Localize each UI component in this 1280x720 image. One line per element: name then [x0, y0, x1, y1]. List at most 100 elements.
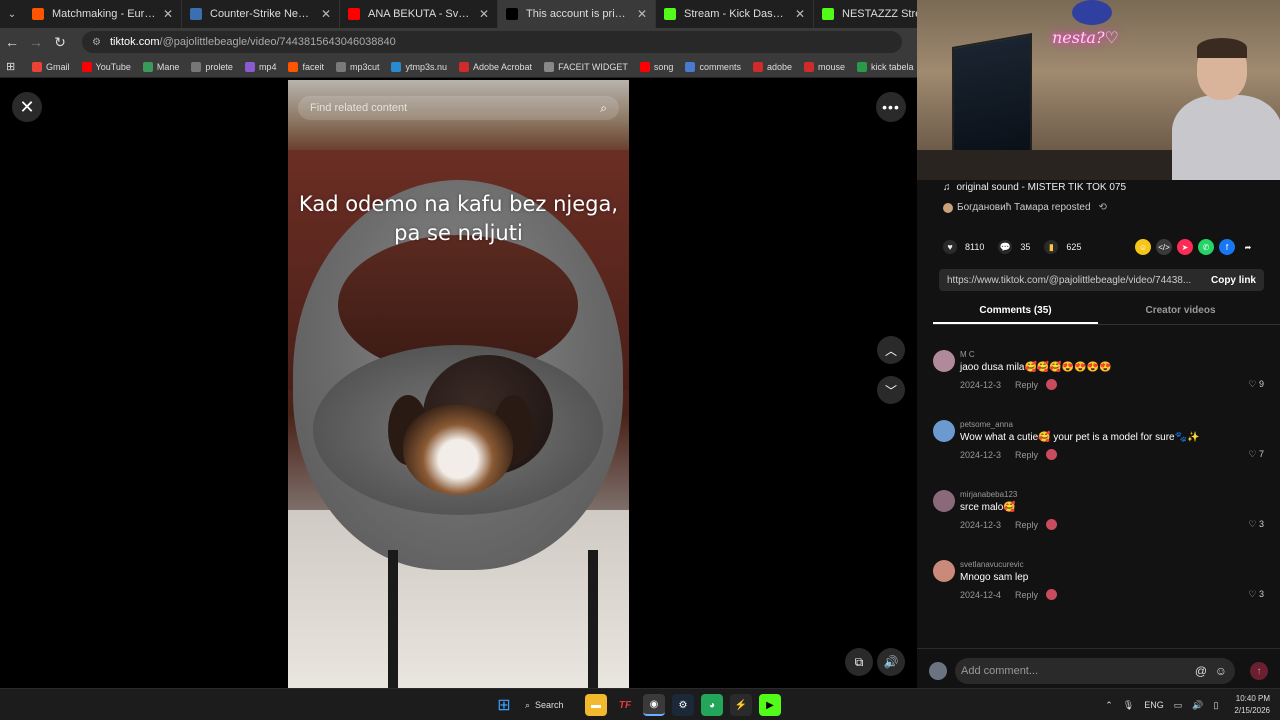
bookmark-item[interactable]: song — [639, 61, 673, 72]
bookmark-item[interactable]: faceit — [288, 61, 324, 72]
bookmark-item[interactable]: kick tabela — [857, 61, 914, 72]
avatar[interactable] — [933, 420, 955, 442]
find-related-search[interactable]: Find related content ⌕ — [298, 96, 619, 120]
comment-like-button[interactable]: ♡ 3 — [1248, 589, 1264, 600]
next-video-button[interactable]: ﹀ — [877, 376, 905, 404]
comment-username[interactable]: petsome_anna — [960, 420, 1013, 429]
discord-icon[interactable]: ◕ — [701, 694, 723, 716]
bookmark-item[interactable]: adobe — [752, 61, 792, 72]
bookmark-favicon-icon — [639, 61, 650, 72]
comment-like-button[interactable]: ♡ 7 — [1248, 449, 1264, 460]
faceit-app-icon[interactable]: TF — [614, 694, 636, 716]
comment-username[interactable]: mirjanabeba123 — [960, 490, 1017, 499]
comment-like-button[interactable]: ♡ 9 — [1248, 379, 1264, 390]
back-arrow-icon[interactable]: ← — [0, 28, 24, 56]
friends-share-icon[interactable]: ☺ — [1135, 239, 1151, 255]
tab-creator-videos[interactable]: Creator videos — [1098, 300, 1263, 324]
save-button[interactable]: ▮ 625 — [1044, 240, 1081, 254]
browser-tab[interactable]: Matchmaking - Europe 5v5 Qu ✕ — [24, 0, 182, 28]
music-row[interactable]: ♫ original sound - MISTER TIK TOK 075 — [943, 182, 1126, 193]
network-icon[interactable]: ▭ — [1174, 700, 1183, 711]
post-comment-button[interactable]: ↑ — [1250, 662, 1268, 680]
comment-button[interactable]: 💬 35 — [998, 240, 1030, 254]
comment-input[interactable]: Add comment... @ ☺ — [955, 658, 1235, 684]
like-count: 8110 — [965, 242, 985, 252]
reply-button[interactable]: Reply — [1015, 520, 1038, 530]
whatsapp-icon[interactable]: ✆ — [1198, 239, 1214, 255]
chrome-icon[interactable]: ◉ — [643, 694, 665, 716]
microphone-icon[interactable]: 🎙 — [1123, 700, 1134, 711]
tab-close-icon[interactable]: ✕ — [321, 7, 331, 21]
app-icon[interactable]: ⚡ — [730, 694, 752, 716]
search-icon[interactable]: ⌕ — [600, 101, 607, 116]
url-path: /@pajolittlebeagle/video/744381564304603… — [159, 36, 396, 48]
floating-player-button[interactable]: ⧉ — [845, 648, 873, 676]
bookmark-item[interactable]: prolete — [191, 61, 233, 72]
like-button[interactable]: ♥ 8110 — [943, 240, 984, 254]
reply-button[interactable]: Reply — [1015, 450, 1038, 460]
windows-start-icon[interactable]: ⊞ — [493, 694, 515, 716]
share-arrow-icon[interactable]: ➦ — [1240, 239, 1256, 255]
chevron-up-icon[interactable]: ⌃ — [1105, 700, 1113, 711]
tab-close-icon[interactable]: ✕ — [163, 7, 173, 21]
bookmark-item[interactable]: Gmail — [32, 61, 70, 72]
emoji-icon[interactable]: ☺ — [1215, 664, 1227, 678]
tab-comments[interactable]: Comments (35) — [933, 300, 1098, 324]
apps-grid-icon[interactable]: ⊞ — [6, 60, 20, 73]
bookmark-item[interactable]: Adobe Acrobat — [459, 61, 532, 72]
webcam-monitor — [952, 32, 1032, 168]
reply-button[interactable]: Reply — [1015, 380, 1038, 390]
previous-video-button[interactable]: ︿ — [877, 336, 905, 364]
taskbar-search[interactable]: ⌕ Search — [525, 700, 575, 711]
speaker-icon[interactable]: 🔊 — [1192, 700, 1203, 711]
browser-tab[interactable]: ANA BEKUTA - Sve sam stekla ✕ — [340, 0, 498, 28]
comment-like-button[interactable]: ♡ 3 — [1248, 519, 1264, 530]
bookmark-item[interactable]: mp4 — [244, 61, 277, 72]
tab-close-icon[interactable]: ✕ — [795, 7, 805, 21]
tab-close-icon[interactable]: ✕ — [637, 7, 647, 21]
bookmark-item[interactable]: YouTube — [81, 61, 131, 72]
bookmark-label: mp4 — [258, 61, 277, 72]
embed-icon[interactable]: </> — [1156, 239, 1172, 255]
clock[interactable]: 10:40 PM 2/15/2026 — [1234, 693, 1270, 717]
bookmark-item[interactable]: mouse — [803, 61, 845, 72]
repost-icon: ⟲ — [1098, 202, 1107, 213]
bookmark-favicon-icon — [288, 61, 299, 72]
browser-tab[interactable]: Counter-Strike News & Covera ✕ — [182, 0, 340, 28]
url-field[interactable]: ⚙ tiktok.com /@pajolittlebeagle/video/74… — [82, 31, 902, 53]
avatar[interactable] — [933, 490, 955, 512]
tab-close-icon[interactable]: ✕ — [479, 7, 489, 21]
forward-arrow-icon[interactable]: → — [24, 28, 48, 56]
more-options-button[interactable]: ••• — [876, 92, 906, 122]
streamer-torso — [1172, 95, 1280, 180]
mention-icon[interactable]: @ — [1195, 664, 1207, 678]
close-button[interactable]: ✕ — [12, 92, 42, 122]
browser-tab[interactable]: This account is private. Foll ✕ — [498, 0, 656, 28]
file-explorer-icon[interactable]: ▬ — [585, 694, 607, 716]
bookmark-item[interactable]: FACEIT WIDGET — [544, 61, 628, 72]
send-icon[interactable]: ➤ — [1177, 239, 1193, 255]
reply-button[interactable]: Reply — [1015, 590, 1038, 600]
volume-button[interactable]: 🔊 — [877, 648, 905, 676]
bookmark-item[interactable]: Mane — [142, 61, 179, 72]
reload-icon[interactable]: ↻ — [48, 28, 72, 56]
video-player[interactable]: Kad odemo na kafu bez njega, pa se nalju… — [288, 80, 629, 688]
site-info-icon[interactable]: ⚙ — [92, 37, 104, 48]
bookmark-item[interactable]: mp3cut — [335, 61, 379, 72]
bookmark-item[interactable]: ytmp3s.nu — [391, 61, 447, 72]
language-indicator[interactable]: ENG — [1144, 700, 1164, 710]
bookmark-label: FACEIT WIDGET — [558, 61, 628, 72]
battery-icon[interactable]: ▯ — [1213, 700, 1218, 711]
facebook-icon[interactable]: f — [1219, 239, 1235, 255]
comment-date: 2024-12-3 — [960, 379, 1002, 390]
avatar[interactable] — [933, 560, 955, 582]
tab-search-chevron-icon[interactable]: ⌄ — [0, 0, 24, 28]
browser-tab[interactable]: Stream - Kick Dashboard ✕ — [656, 0, 814, 28]
kick-icon[interactable]: ▶ — [759, 694, 781, 716]
bookmark-item[interactable]: comments — [685, 61, 741, 72]
steam-icon[interactable]: ⚙ — [672, 694, 694, 716]
avatar[interactable] — [933, 350, 955, 372]
copy-link-button[interactable]: Copy link — [1203, 275, 1264, 286]
comment-username[interactable]: svetlanavucurevic — [960, 560, 1024, 569]
comment-username[interactable]: M C — [960, 350, 975, 359]
